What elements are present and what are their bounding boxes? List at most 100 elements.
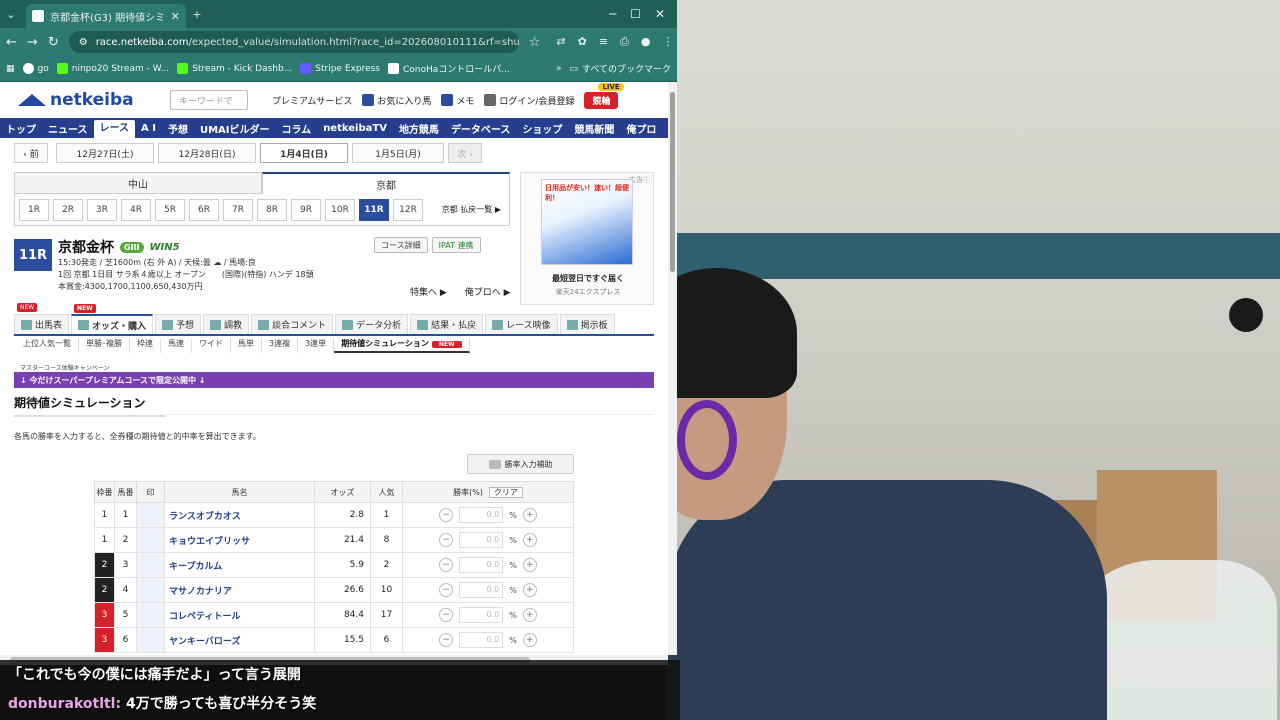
minus-icon[interactable]: −	[439, 533, 454, 547]
mark-cell[interactable]	[136, 552, 165, 578]
memo-link[interactable]: メモ	[441, 94, 474, 107]
gnav-item[interactable]: ショップ	[516, 121, 568, 136]
odds-nav-item[interactable]: 枠連	[130, 338, 161, 353]
plus-icon[interactable]: +	[522, 608, 537, 622]
gnav-item[interactable]: UMAIビルダー	[194, 121, 276, 136]
race-button[interactable]: 3R	[87, 198, 117, 221]
win-rate-input[interactable]: 0.0	[459, 557, 504, 573]
menu-icon[interactable]: ⋮	[662, 35, 673, 49]
new-tab-icon[interactable]: +	[186, 3, 208, 25]
horse-name-link[interactable]: ヤンキーバローズ	[164, 627, 315, 653]
horse-name-link[interactable]: ランスオブカオス	[164, 502, 315, 528]
next-day-button[interactable]: 次 ›	[448, 143, 482, 163]
vertical-scrollbar[interactable]	[668, 82, 677, 655]
race-button[interactable]: 2R	[53, 198, 83, 221]
odds-nav-item[interactable]: 馬単	[231, 338, 262, 353]
minus-icon[interactable]: −	[439, 583, 454, 597]
login-link[interactable]: ログイン/会員登録	[484, 94, 574, 107]
clear-button[interactable]: クリア	[488, 486, 523, 498]
venue-tab-nakayama[interactable]: 中山	[14, 172, 262, 194]
reload-icon[interactable]: ↻	[48, 35, 59, 50]
race-button[interactable]: 1R	[19, 198, 49, 221]
gnav-item[interactable]: A I	[135, 123, 162, 134]
extensions-icon[interactable]: ✿	[578, 35, 587, 49]
profile-avatar[interactable]: ●	[641, 35, 651, 49]
horse-name-link[interactable]: キョウエイブリッサ	[164, 527, 315, 553]
tab-search-icon[interactable]: ⌄	[0, 3, 22, 25]
gnav-item[interactable]: コラム	[275, 121, 317, 136]
more-bookmarks-icon[interactable]: »	[556, 64, 562, 74]
forward-icon[interactable]: →	[27, 35, 38, 50]
orepro-link[interactable]: 俺プロへ ▶	[465, 285, 511, 298]
bookmarks-panel-icon[interactable]: ⎙	[620, 35, 629, 49]
browser-tab[interactable]: 京都金杯(G3) 期待値シミュレーショ ✕	[26, 4, 186, 28]
ipat-link-button[interactable]: IPAT 連携	[431, 237, 481, 253]
sub-tab[interactable]: 掲示板	[559, 314, 615, 334]
win-rate-input[interactable]: 0.0	[459, 507, 504, 523]
sub-tab[interactable]: 予想	[155, 314, 202, 334]
odds-nav-item[interactable]: 単勝･複勝	[79, 338, 130, 353]
bookmark-item[interactable]: Stream - Kick Dashb...	[177, 63, 292, 74]
win-rate-assist-button[interactable]: 勝率入力補助	[467, 454, 574, 474]
premium-link[interactable]: プレミアムサービス	[272, 94, 352, 107]
win-rate-input[interactable]: 0.0	[459, 532, 504, 548]
race-button[interactable]: 8R	[257, 198, 287, 221]
race-button[interactable]: 6R	[189, 198, 219, 221]
apps-icon[interactable]: ▦	[6, 64, 15, 74]
payout-list-link[interactable]: 京都 払戻一覧 ▶	[442, 204, 505, 215]
sub-tab[interactable]: NEW オッズ・購入	[71, 304, 154, 334]
sub-tab[interactable]: 結果・払戻	[410, 314, 484, 334]
gnav-item[interactable]: レース	[93, 120, 135, 138]
race-button[interactable]: 5R	[155, 198, 185, 221]
venue-tab-kyoto[interactable]: 京都	[262, 172, 510, 194]
bookmark-item[interactable]: ninpo20 Stream - W...	[56, 63, 169, 74]
ad-image[interactable]: 日用品が安い！速い！超便利！	[541, 179, 633, 265]
favorites-link[interactable]: お気に入り馬	[362, 94, 431, 107]
sub-tab[interactable]: 談合コメント	[251, 314, 334, 334]
plus-icon[interactable]: +	[522, 508, 537, 522]
gnav-item[interactable]: データベース	[445, 121, 517, 136]
win-rate-input[interactable]: 0.0	[459, 607, 504, 623]
gnav-item[interactable]: netkeibaTV	[317, 123, 393, 134]
all-bookmarks-folder[interactable]: ▭ すべてのブックマーク	[569, 62, 671, 76]
scroll-thumb[interactable]	[670, 92, 675, 272]
gnav-item[interactable]: 俺プロ	[620, 121, 662, 136]
keirin-live-button[interactable]: LIVE 競輪	[584, 82, 624, 109]
race-button[interactable]: 9R	[291, 198, 321, 221]
odds-nav-item[interactable]: 上位人気一覧	[16, 338, 79, 353]
prev-day-button[interactable]: ‹ 前	[14, 143, 48, 163]
date-tab[interactable]: 12月27日(土)	[56, 143, 154, 163]
sub-tab[interactable]: データ分析	[335, 314, 409, 334]
date-tab[interactable]: 12月28日(日)	[158, 143, 256, 163]
netkeiba-logo[interactable]: netkeiba	[18, 90, 148, 110]
ad-banner[interactable]: 広告ⓘ 日用品が安い！速い！超便利！ 最短翌日ですぐ届く 楽天24エクスプレス	[520, 172, 654, 305]
sub-tab[interactable]: NEW 出馬表	[14, 303, 70, 334]
sub-tab[interactable]: 調教	[203, 314, 250, 334]
url-field[interactable]: ⚙ race.netkeiba.com/expected_value/simul…	[68, 31, 519, 53]
minimize-icon[interactable]: ─	[609, 7, 616, 21]
site-info-icon[interactable]: ⚙	[79, 37, 88, 48]
horse-name-link[interactable]: マサノカナリア	[164, 577, 315, 603]
translate-icon[interactable]: ⇄	[556, 35, 565, 49]
gnav-item[interactable]: 地方競馬	[393, 121, 445, 136]
odds-nav-item[interactable]: ワイド	[192, 338, 231, 353]
minus-icon[interactable]: −	[439, 508, 454, 522]
minus-icon[interactable]: −	[439, 558, 454, 572]
special-feature-link[interactable]: 特集へ ▶	[410, 285, 447, 298]
mark-cell[interactable]	[136, 502, 165, 528]
win-rate-input[interactable]: 0.0	[459, 632, 504, 648]
race-button-active[interactable]: 11R	[359, 198, 389, 221]
odds-nav-item[interactable]: 3連単	[298, 338, 335, 353]
race-button[interactable]: 10R	[325, 198, 355, 221]
gnav-item[interactable]: 予想	[162, 121, 194, 136]
race-button[interactable]: 12R	[393, 198, 423, 221]
reading-list-icon[interactable]: ≡	[599, 35, 608, 49]
bookmark-item[interactable]: Stripe Express	[300, 63, 380, 74]
gnav-item[interactable]: ニュース	[42, 121, 94, 136]
gnav-item[interactable]: トップ	[0, 121, 42, 136]
date-tab[interactable]: 1月5日(月)	[352, 143, 444, 163]
bookmark-item[interactable]: ConoHaコントロールパ...	[387, 62, 510, 75]
horse-name-link[interactable]: コレペティトール	[164, 602, 315, 628]
close-tab-icon[interactable]: ✕	[171, 10, 180, 23]
mark-cell[interactable]	[136, 602, 165, 628]
